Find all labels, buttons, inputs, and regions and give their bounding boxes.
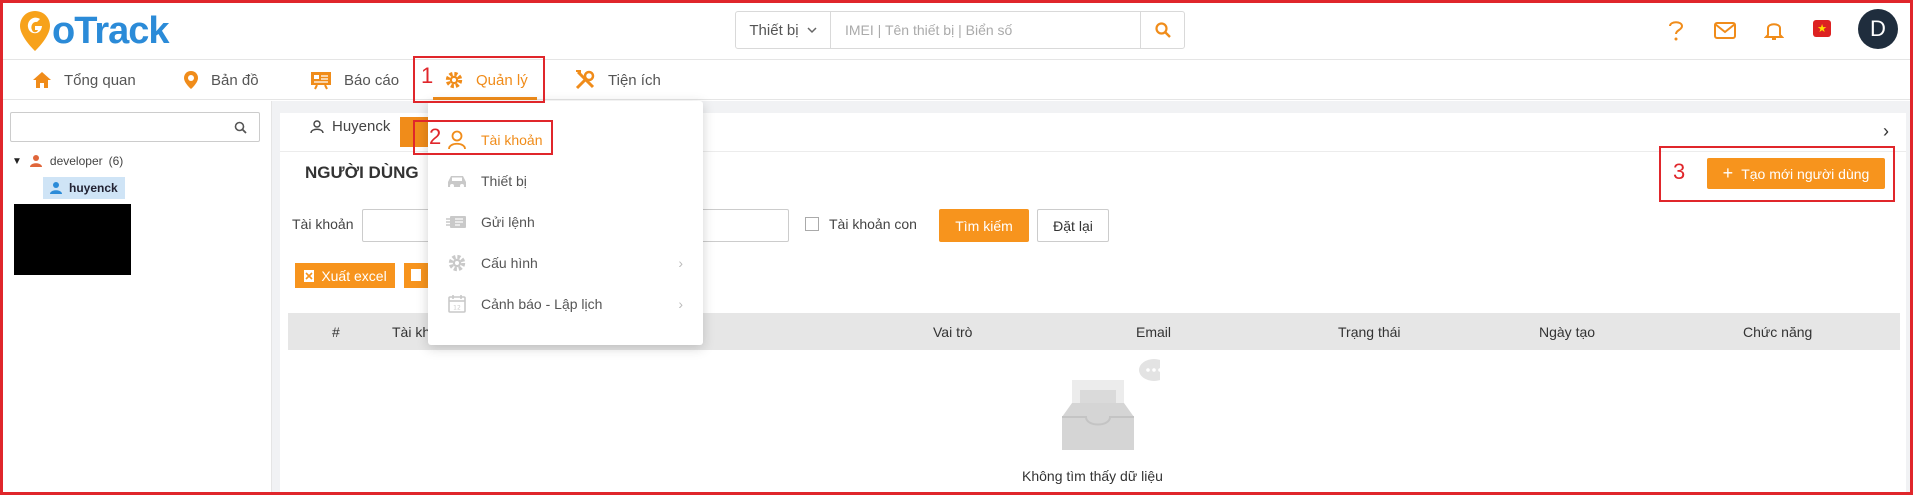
- annotation-box-3: [1659, 146, 1895, 202]
- annotation-marker-3: 3: [1673, 159, 1686, 184]
- menu-item-alerts-schedule[interactable]: 12 Cảnh báo - Lập lịch ›: [428, 284, 703, 324]
- nav-label: Tổng quan: [64, 71, 136, 89]
- user-group-icon: [29, 155, 42, 167]
- header: oTrack Thiết bị ★ D: [0, 0, 1913, 60]
- user-icon: [50, 182, 62, 194]
- col-email: Email: [1136, 323, 1172, 340]
- annotation-marker-1: 1: [421, 63, 434, 88]
- export-pdf-button[interactable]: [404, 263, 430, 288]
- chevron-right-icon: ›: [678, 296, 683, 312]
- search-type-label: Thiết bị: [749, 21, 799, 39]
- chevron-down-icon: [807, 26, 817, 33]
- nav-label: Bản đồ: [211, 71, 259, 89]
- redacted-area: [14, 204, 131, 275]
- bell-icon[interactable]: [1761, 17, 1787, 43]
- help-icon[interactable]: [1663, 17, 1689, 43]
- nav-item-overview[interactable]: Tổng quan: [32, 60, 136, 100]
- nav-item-utilities[interactable]: Tiện ích: [574, 60, 661, 100]
- tree-search-input[interactable]: [10, 112, 260, 142]
- menu-item-devices[interactable]: Thiết bị: [428, 161, 703, 201]
- menu-item-label: Cấu hình: [481, 255, 538, 271]
- menu-item-label: Thiết bị: [481, 173, 527, 189]
- tab-label: Huyenck: [332, 118, 391, 135]
- tree-child-label: huyenck: [69, 181, 118, 195]
- annotation-marker-2: 2: [429, 124, 442, 149]
- search-type-select[interactable]: Thiết bị: [736, 12, 831, 48]
- main-nav: Tổng quan Bản đồ Báo cáo Quản lý Tiện íc…: [0, 60, 1913, 100]
- nav-label: Tiện ích: [608, 71, 661, 89]
- nav-item-reports[interactable]: Báo cáo: [310, 60, 399, 100]
- svg-text:12: 12: [453, 305, 461, 312]
- mail-icon[interactable]: [1712, 17, 1738, 43]
- settings-icon: [448, 254, 466, 272]
- col-account: Tài kh: [392, 323, 431, 340]
- logo-text: oTrack: [52, 9, 170, 52]
- menu-item-label: Gửi lệnh: [481, 214, 535, 230]
- export-excel-label: Xuất excel: [321, 267, 387, 284]
- file-icon: [411, 269, 421, 281]
- sub-account-checkbox-group: Tài khoản con: [805, 216, 917, 232]
- menu-item-label: Cảnh báo - Lập lịch: [481, 296, 603, 312]
- calendar-icon: 12: [448, 295, 466, 313]
- empty-inbox-icon: [1062, 359, 1160, 450]
- search-icon: [234, 121, 247, 134]
- gotrack-logo[interactable]: oTrack: [18, 6, 170, 56]
- menu-item-settings[interactable]: Cấu hình ›: [428, 243, 703, 283]
- caret-down-icon[interactable]: ▼: [12, 156, 22, 167]
- col-role: Vai trò: [933, 323, 973, 340]
- export-excel-button[interactable]: Xuất excel: [295, 263, 395, 288]
- sub-account-label: Tài khoản con: [829, 216, 917, 232]
- tree-node-developer[interactable]: ▼ developer (6): [12, 154, 123, 168]
- logo-pin-icon: [20, 11, 50, 51]
- avatar[interactable]: D: [1858, 9, 1898, 49]
- chevron-right-icon[interactable]: ›: [1883, 121, 1889, 142]
- map-pin-icon: [184, 71, 198, 89]
- empty-state-text: Không tìm thấy dữ liệu: [1022, 468, 1163, 484]
- car-icon: [448, 176, 466, 188]
- tools-icon: [575, 70, 595, 90]
- col-created-date: Ngày tạo: [1539, 323, 1596, 340]
- search-submit-button[interactable]: Tìm kiếm: [939, 209, 1029, 242]
- tab-huyenck[interactable]: Huyenck: [310, 118, 390, 135]
- flag-icon[interactable]: ★: [1813, 20, 1831, 37]
- col-actions: Chức năng: [1743, 323, 1813, 340]
- menu-item-send-command[interactable]: Gửi lệnh: [428, 202, 703, 242]
- page-title: NGƯỜI DÙNG: [305, 163, 419, 182]
- nav-item-map[interactable]: Bản đồ: [183, 60, 259, 100]
- reset-button[interactable]: Đặt lại: [1037, 209, 1109, 242]
- send-command-icon: [446, 216, 466, 228]
- chevron-right-icon: ›: [678, 255, 683, 271]
- tree-root-label: developer: [49, 154, 103, 168]
- col-index: #: [332, 323, 340, 340]
- user-icon: [310, 119, 324, 133]
- nav-label: Báo cáo: [344, 71, 400, 89]
- search-icon: [1154, 22, 1171, 38]
- search-input[interactable]: [831, 12, 1140, 48]
- search-button[interactable]: [1140, 12, 1184, 48]
- sub-account-checkbox[interactable]: [805, 217, 819, 231]
- tree-node-huyenck[interactable]: huyenck: [43, 177, 125, 199]
- tree-root-count: (6): [108, 154, 124, 168]
- col-status: Trạng thái: [1338, 323, 1401, 340]
- excel-file-icon: [304, 269, 315, 282]
- home-icon: [33, 72, 51, 88]
- account-filter-label: Tài khoản: [292, 216, 354, 232]
- device-search: Thiết bị: [735, 11, 1185, 49]
- report-icon: [311, 72, 331, 90]
